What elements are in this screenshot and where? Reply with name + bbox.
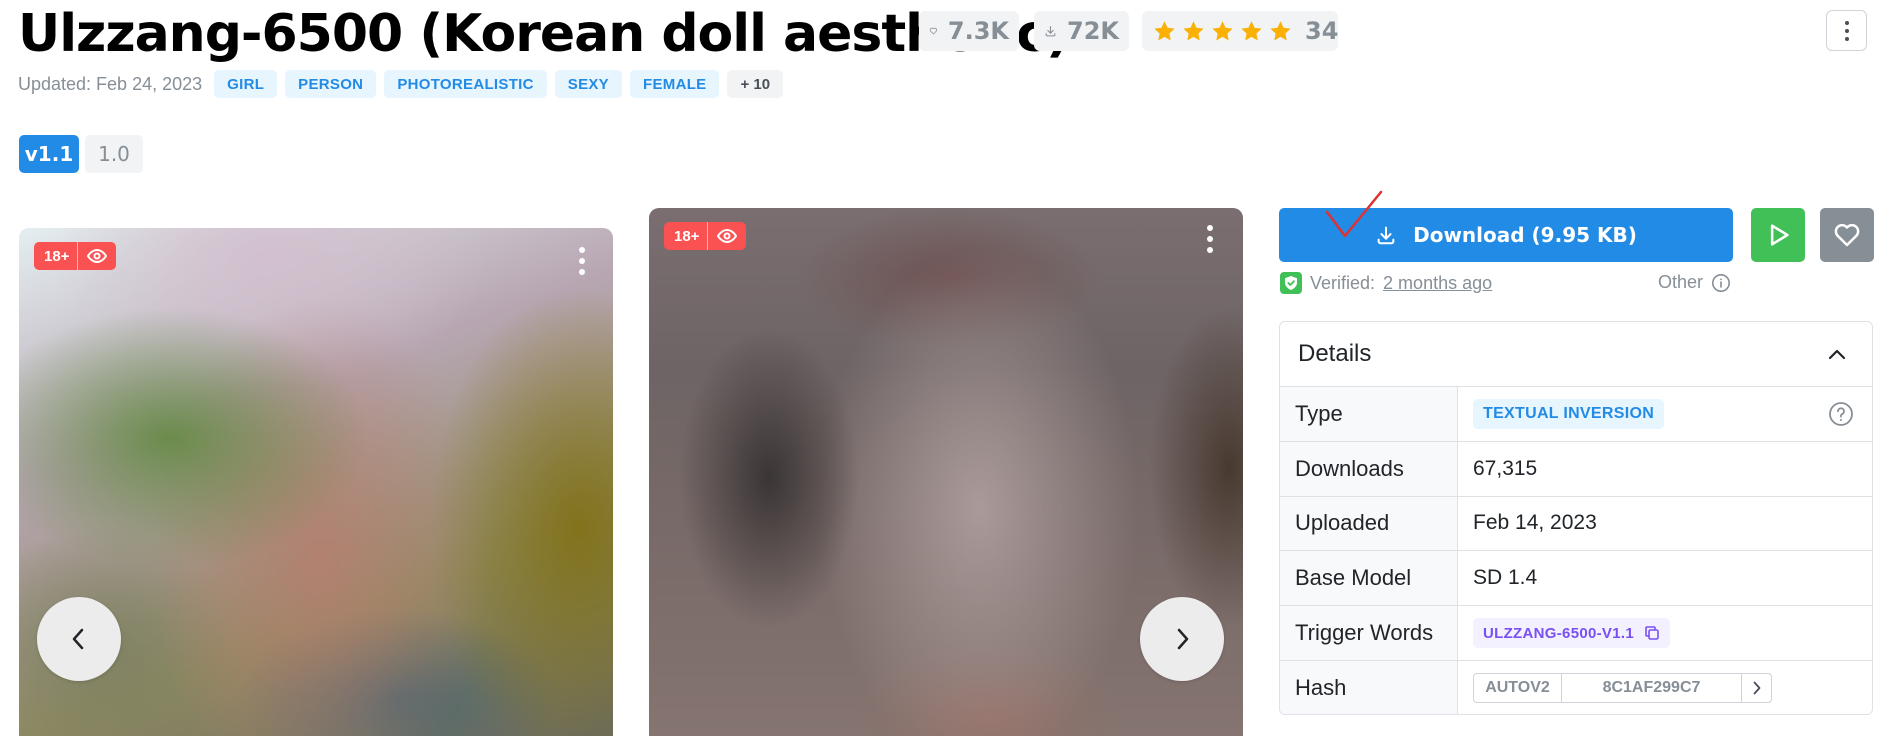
likes-stat[interactable]: 7.3K xyxy=(919,11,1019,51)
tag-person[interactable]: PERSON xyxy=(285,70,377,98)
type-label: Type xyxy=(1280,387,1458,441)
play-icon xyxy=(1770,224,1789,246)
nsfw-label: 18+ xyxy=(44,247,70,265)
run-button[interactable] xyxy=(1751,208,1805,262)
verified-status: Verified: 2 months ago xyxy=(1280,272,1492,294)
more-vertical-icon xyxy=(1844,20,1849,41)
star-icon xyxy=(1241,20,1262,40)
other-label: Other xyxy=(1658,272,1704,292)
copy-icon[interactable] xyxy=(1644,625,1660,641)
carousel-prev-button[interactable] xyxy=(37,597,121,681)
nsfw-label: 18+ xyxy=(674,227,700,245)
star-icon xyxy=(1154,20,1175,40)
trigger-words-label: Trigger Words xyxy=(1280,606,1458,660)
nsfw-badge[interactable]: 18+ xyxy=(34,242,117,270)
verified-label: Verified: xyxy=(1310,272,1376,293)
license-other[interactable]: Other xyxy=(1658,272,1731,293)
version-tab-1-0[interactable]: 1.0 xyxy=(85,135,143,173)
downloads-label: Downloads xyxy=(1280,441,1458,496)
more-tags-button[interactable]: + 10 xyxy=(727,70,784,98)
annotation-checkmark-icon xyxy=(1325,190,1383,238)
base-model-value: SD 1.4 xyxy=(1473,566,1538,590)
rating-stars xyxy=(1152,19,1293,44)
details-row-base-model: Base Model SD 1.4 xyxy=(1280,551,1872,607)
trigger-word-badge[interactable]: ULZZANG-6500-V1.1 xyxy=(1473,618,1670,649)
heart-icon xyxy=(929,27,938,35)
hash-box: AUTOV2 8C1AF299C7 xyxy=(1473,673,1772,704)
downloads-count: 72K xyxy=(1067,17,1119,45)
details-row-type: Type TEXTUAL INVERSION xyxy=(1280,387,1872,442)
download-label: Download (9.95 KB) xyxy=(1413,223,1637,247)
type-badge: TEXTUAL INVERSION xyxy=(1473,398,1665,429)
eye-icon[interactable] xyxy=(707,222,746,250)
hash-value[interactable]: 8C1AF299C7 xyxy=(1562,674,1742,703)
uploaded-value: Feb 14, 2023 xyxy=(1473,511,1597,535)
download-icon xyxy=(1045,26,1056,37)
star-icon xyxy=(1183,20,1204,40)
tag-girl[interactable]: GIRL xyxy=(214,70,278,98)
hash-next-button[interactable] xyxy=(1742,674,1771,702)
image-menu-icon[interactable] xyxy=(1198,222,1222,256)
details-row-uploaded: Uploaded Feb 14, 2023 xyxy=(1280,496,1872,552)
eye-icon[interactable] xyxy=(77,242,116,270)
rating-stat[interactable]: 34 xyxy=(1142,11,1338,51)
heart-icon xyxy=(1834,223,1860,247)
details-panel: Details Type TEXTUAL INVERSION Downloads… xyxy=(1279,321,1873,715)
verified-date-link[interactable]: 2 months ago xyxy=(1383,273,1492,294)
chevron-right-icon xyxy=(1177,628,1189,650)
likes-count: 7.3K xyxy=(947,17,1009,45)
version-tab-v1-1[interactable]: v1.1 xyxy=(19,135,79,173)
chevron-up-icon[interactable] xyxy=(1828,348,1846,360)
details-row-downloads: Downloads 67,315 xyxy=(1280,441,1872,497)
chevron-left-icon xyxy=(72,628,84,650)
page-title: Ulzzang-6500 (Korean doll aesthetic) xyxy=(18,4,1070,64)
info-icon xyxy=(1712,273,1731,292)
tag-sexy[interactable]: SEXY xyxy=(554,70,622,98)
nsfw-badge[interactable]: 18+ xyxy=(664,222,747,250)
more-options-button[interactable] xyxy=(1826,10,1867,51)
downloads-value: 67,315 xyxy=(1473,456,1538,480)
image-menu-icon[interactable] xyxy=(570,244,594,278)
help-icon[interactable] xyxy=(1828,401,1854,427)
hash-label: Hash xyxy=(1280,660,1458,714)
details-title: Details xyxy=(1298,340,1372,367)
carousel-next-button[interactable] xyxy=(1140,597,1224,681)
details-header[interactable]: Details xyxy=(1280,322,1872,387)
version-selector: v1.1 1.0 xyxy=(19,135,143,173)
meta-row: Updated: Feb 24, 2023 GIRL PERSON PHOTOR… xyxy=(18,70,784,98)
uploaded-label: Uploaded xyxy=(1280,496,1458,551)
details-row-trigger-words: Trigger Words ULZZANG-6500-V1.1 xyxy=(1280,606,1872,661)
tag-photorealistic[interactable]: PHOTOREALISTIC xyxy=(384,70,547,98)
trigger-word-text: ULZZANG-6500-V1.1 xyxy=(1483,624,1634,642)
favorite-button[interactable] xyxy=(1820,208,1874,262)
hash-type[interactable]: AUTOV2 xyxy=(1474,674,1562,703)
star-icon xyxy=(1212,20,1233,40)
tag-female[interactable]: FEMALE xyxy=(630,70,720,98)
shield-check-icon xyxy=(1280,272,1302,294)
star-icon xyxy=(1270,20,1291,40)
details-row-hash: Hash AUTOV2 8C1AF299C7 xyxy=(1280,660,1872,714)
rating-count: 34 xyxy=(1305,17,1339,45)
updated-date: Updated: Feb 24, 2023 xyxy=(18,73,203,94)
downloads-stat: 72K xyxy=(1034,11,1129,51)
chevron-right-icon xyxy=(1753,681,1760,695)
base-model-label: Base Model xyxy=(1280,551,1458,606)
